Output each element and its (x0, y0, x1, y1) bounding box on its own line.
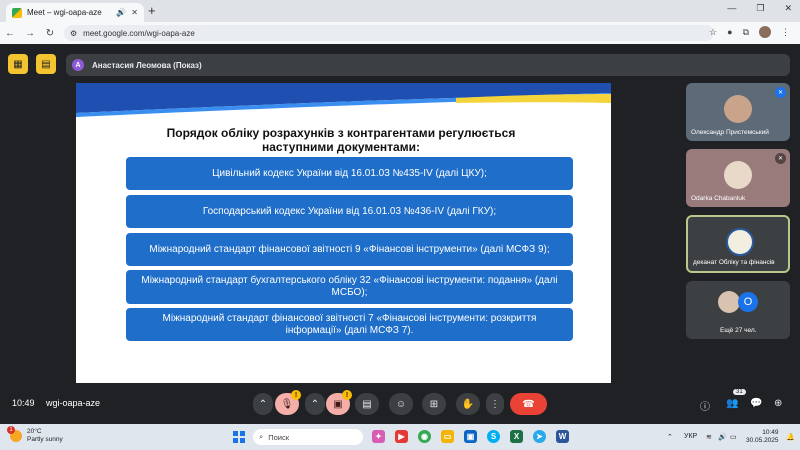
copilot-icon[interactable]: ✦ (372, 430, 385, 443)
clock-date: 30.05.2025 (746, 437, 779, 444)
slide-title: Порядок обліку розрахунків з контрагента… (166, 126, 516, 154)
participant-tile[interactable]: ✕ Олександр Пристемський (686, 83, 790, 141)
meeting-code: wgi-oapa-aze (46, 398, 101, 408)
participant-video (724, 95, 752, 123)
document-item: Цивільний кодекс України від 16.01.03 №4… (126, 157, 573, 190)
shared-slide: Порядок обліку розрахунків з контрагента… (76, 83, 611, 383)
participant-avatar (718, 291, 740, 313)
more-participants-avatar: O (738, 292, 758, 312)
present-button[interactable]: ⊞ (422, 393, 446, 415)
sun-cloud-icon: 1 (7, 426, 22, 442)
volume-icon[interactable]: 🔊 (718, 433, 727, 441)
search-icon: ⌕ (259, 432, 264, 441)
taskbar-clock[interactable]: 10:49 30.05.2025 (746, 429, 779, 445)
language-indicator[interactable]: УКР (684, 433, 697, 440)
mic-off-icon: ✕ (775, 153, 786, 164)
more-options-button[interactable]: ⋮ (486, 393, 504, 415)
more-participants-label: Ещё 27 чел. (720, 327, 757, 334)
url-text: meet.google.com/wgi-oapa-aze (83, 28, 195, 38)
mic-off-icon: ✕ (775, 87, 786, 98)
url-field[interactable]: ⚙ meet.google.com/wgi-oapa-aze (64, 25, 714, 41)
reactions-button[interactable]: ☺ (389, 393, 413, 415)
department-logo-icon (726, 228, 754, 256)
tray-chevron-icon[interactable]: ⌃ (667, 433, 673, 441)
participant-name: Олександр Пристемський (691, 129, 769, 136)
word-icon[interactable]: W (556, 430, 569, 443)
participant-tile[interactable]: деканат Обліку та фінансів (686, 215, 790, 273)
meeting-time: 10:49 (12, 398, 35, 408)
raise-hand-button[interactable]: ✋ (456, 393, 480, 415)
slide-header-band (76, 83, 611, 117)
store-icon[interactable]: ▣ (464, 430, 477, 443)
more-participants-tile[interactable]: Ещё 27 чел. (686, 281, 790, 339)
layout-toggle-icon[interactable]: ▤ (36, 54, 56, 74)
extension-icon[interactable]: ● (727, 27, 732, 37)
people-icon[interactable]: 👥 (726, 398, 738, 409)
bookmark-star-icon[interactable]: ☆ (709, 27, 717, 38)
chrome-icon[interactable]: ◉ (418, 430, 431, 443)
document-item: Господарський кодекс України від 16.01.0… (126, 195, 573, 228)
mic-warning-icon: ! (291, 390, 301, 400)
tab-title: Meet – wgi-oapa-aze (27, 8, 102, 17)
telegram-icon[interactable]: ➤ (533, 430, 546, 443)
weather-widget[interactable]: 1 20°C Partly sunny (7, 426, 63, 444)
forward-icon[interactable]: → (20, 28, 40, 39)
browser-tab-bar: Meet – wgi-oapa-aze 🔊 ✕ + — ❐ ✕ (0, 0, 800, 22)
camera-warning-icon: ! (342, 390, 352, 400)
participant-tile[interactable]: ✕ Odarka Chabanluk (686, 149, 790, 207)
document-item: Міжнародний стандарт фінансової звітност… (126, 308, 573, 341)
weather-badge: 1 (7, 426, 15, 434)
window-controls: — ❐ ✕ (727, 3, 792, 14)
presenter-avatar: A (72, 59, 84, 71)
mic-options-chevron-icon[interactable]: ⌃ (253, 393, 273, 415)
presenter-name: Анастасия Леомова (Показ) (92, 60, 202, 70)
start-button[interactable] (233, 431, 245, 443)
participant-name: деканат Обліку та фінансів (693, 259, 775, 266)
clock-time: 10:49 (762, 429, 779, 436)
menu-dots-icon[interactable]: ⋮ (781, 27, 790, 38)
taskbar-search[interactable]: ⌕ Поиск (253, 429, 363, 445)
activities-icon[interactable]: ⊕ (774, 398, 782, 409)
excel-icon[interactable]: X (510, 430, 523, 443)
camera-options-chevron-icon[interactable]: ⌃ (305, 393, 325, 415)
new-tab-button[interactable]: + (148, 3, 156, 18)
close-window-icon[interactable]: ✕ (784, 3, 792, 14)
captions-button[interactable]: ▤ (355, 393, 379, 415)
browser-tab[interactable]: Meet – wgi-oapa-aze 🔊 ✕ (6, 3, 144, 22)
puzzle-icon[interactable]: ⧉ (743, 27, 749, 38)
meet-stage: ▦ ▤ A Анастасия Леомова (Показ) Порядок … (0, 44, 800, 424)
notifications-icon[interactable]: 🔔 (786, 433, 795, 441)
meeting-info-icon[interactable]: ⓘ (700, 398, 710, 413)
participant-video (724, 161, 752, 189)
chat-icon[interactable]: 💬 (750, 398, 762, 409)
site-info-icon[interactable]: ⚙ (70, 29, 77, 38)
profile-avatar[interactable] (759, 26, 771, 38)
captions-toggle-icon[interactable]: ▦ (8, 54, 28, 74)
weather-temp: 20°C (27, 428, 42, 435)
app-icon[interactable]: ▶ (395, 430, 408, 443)
participants-count-badge: 31 (733, 389, 746, 395)
maximize-icon[interactable]: ❐ (756, 3, 764, 14)
search-placeholder: Поиск (268, 432, 289, 442)
participant-name: Odarka Chabanluk (691, 195, 746, 202)
audio-playing-icon[interactable]: 🔊 (116, 8, 126, 17)
minimize-icon[interactable]: — (727, 3, 736, 14)
battery-icon[interactable]: ▭ (730, 433, 737, 441)
toolbar-icons: ☆ ● ⧉ ⋮ (709, 26, 790, 38)
call-controls: 10:49 wgi-oapa-aze ⌃ 🎙 ! ⌃ ▣ ! ▤ ☺ ⊞ ✋ ⋮… (0, 384, 800, 424)
document-item: Міжнародний стандарт фінансової звітност… (126, 233, 573, 266)
back-icon[interactable]: ← (0, 28, 20, 39)
tab-close-icon[interactable]: ✕ (131, 8, 138, 17)
windows-taskbar: 1 20°C Partly sunny ⌕ Поиск ✦ ▶ ◉ ▭ ▣ S … (0, 424, 800, 450)
weather-desc: Partly sunny (27, 436, 63, 443)
skype-icon[interactable]: S (487, 430, 500, 443)
leave-call-button[interactable]: ☎ (510, 393, 547, 415)
reload-icon[interactable]: ↻ (40, 28, 60, 39)
file-explorer-icon[interactable]: ▭ (441, 430, 454, 443)
meet-favicon-icon (12, 7, 22, 18)
presenter-bar: A Анастасия Леомова (Показ) (66, 54, 790, 76)
address-bar-row: ← → ↻ ⚙ meet.google.com/wgi-oapa-aze ☆ ●… (0, 22, 800, 44)
wifi-icon[interactable]: ≋ (706, 433, 712, 441)
document-item: Міжнародний стандарт бухгалтерського обл… (126, 270, 573, 304)
